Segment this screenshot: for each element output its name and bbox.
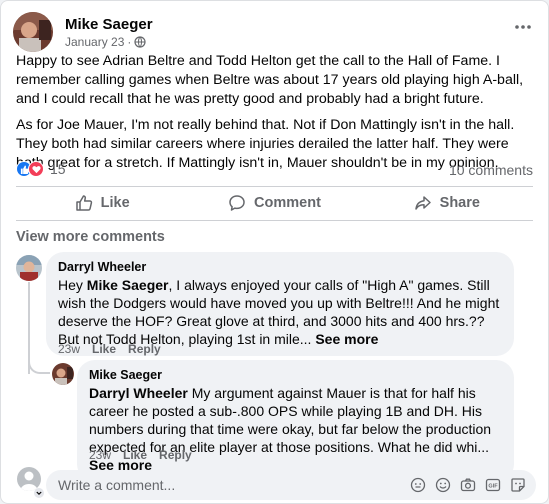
- comment-text-prefix: Hey: [58, 277, 87, 293]
- post-body: Happy to see Adrian Beltre and Todd Helt…: [16, 52, 536, 173]
- comment-reply-button[interactable]: Reply: [128, 342, 161, 356]
- share-button[interactable]: Share: [361, 187, 533, 219]
- share-arrow-icon: [414, 196, 431, 210]
- post-timestamp[interactable]: January 23: [65, 34, 124, 50]
- sticker-icon[interactable]: [410, 477, 426, 493]
- love-reaction-icon: [28, 161, 44, 177]
- view-more-comments-link[interactable]: View more comments: [16, 229, 165, 245]
- divider: [16, 220, 533, 221]
- reply-time[interactable]: 23w: [89, 448, 111, 462]
- comment-like-button[interactable]: Like: [92, 342, 116, 356]
- globe-icon: [134, 35, 146, 48]
- like-button[interactable]: Like: [16, 187, 188, 219]
- reply-author-avatar[interactable]: [52, 363, 74, 385]
- post-author-name[interactable]: Mike Saeger: [65, 15, 153, 34]
- more-options-icon[interactable]: [512, 17, 534, 37]
- like-label: Like: [100, 195, 130, 211]
- comment-input[interactable]: [58, 477, 388, 493]
- comment-text: Hey Mike Saeger, I always enjoyed your c…: [58, 276, 502, 348]
- comment-actions: 23w Like Reply: [58, 342, 161, 356]
- reply-actions: 23w Like Reply: [89, 448, 192, 462]
- camera-icon[interactable]: [460, 477, 476, 493]
- dot-separator: ·: [127, 34, 132, 49]
- comment-time[interactable]: 23w: [58, 342, 80, 356]
- post-header: Mike Saeger January 23 ·: [13, 12, 153, 52]
- reply-author[interactable]: Mike Saeger: [89, 367, 502, 384]
- reactions-summary[interactable]: 15: [16, 161, 66, 177]
- composer-icon-row: GIF: [410, 477, 526, 493]
- post-actions-bar: Like Comment Share: [16, 187, 533, 219]
- see-more-link[interactable]: See more: [315, 331, 378, 347]
- post-paragraph: Happy to see Adrian Beltre and Todd Helt…: [16, 53, 524, 107]
- share-label: Share: [439, 195, 480, 211]
- comments-count-link[interactable]: 10 comments: [449, 162, 533, 178]
- comment-bubble: Darryl Wheeler Hey Mike Saeger, I always…: [46, 252, 514, 356]
- comment-label: Comment: [254, 195, 321, 211]
- gif-icon[interactable]: GIF: [485, 477, 501, 493]
- chevron-down-icon[interactable]: [34, 488, 44, 498]
- comment-composer: GIF: [46, 470, 536, 500]
- mention-link[interactable]: Mike Saeger: [87, 277, 169, 293]
- comment-author[interactable]: Darryl Wheeler: [58, 259, 502, 276]
- reactions-count: 15: [50, 161, 66, 177]
- thread-connector-curve: [28, 360, 50, 374]
- emoji-icon[interactable]: [435, 477, 451, 493]
- mention-link[interactable]: Darryl Wheeler: [89, 385, 188, 401]
- post-time-row: January 23 ·: [65, 34, 153, 50]
- reply-bubble: Mike Saeger Darryl Wheeler My argument a…: [77, 360, 514, 482]
- post-meta: Mike Saeger January 23 ·: [65, 15, 153, 50]
- post-card: Mike Saeger January 23 · Happy to see Ad…: [0, 0, 549, 504]
- thumbs-up-icon: [75, 195, 92, 211]
- comment-bubble-icon: [229, 195, 245, 211]
- comment-button[interactable]: Comment: [188, 187, 360, 219]
- post-author-avatar[interactable]: [13, 12, 53, 52]
- svg-text:GIF: GIF: [488, 484, 498, 490]
- reply-like-button[interactable]: Like: [123, 448, 147, 462]
- commenter-avatar[interactable]: [16, 255, 42, 281]
- sticker-square-icon[interactable]: [510, 477, 526, 493]
- reply-reply-button[interactable]: Reply: [159, 448, 192, 462]
